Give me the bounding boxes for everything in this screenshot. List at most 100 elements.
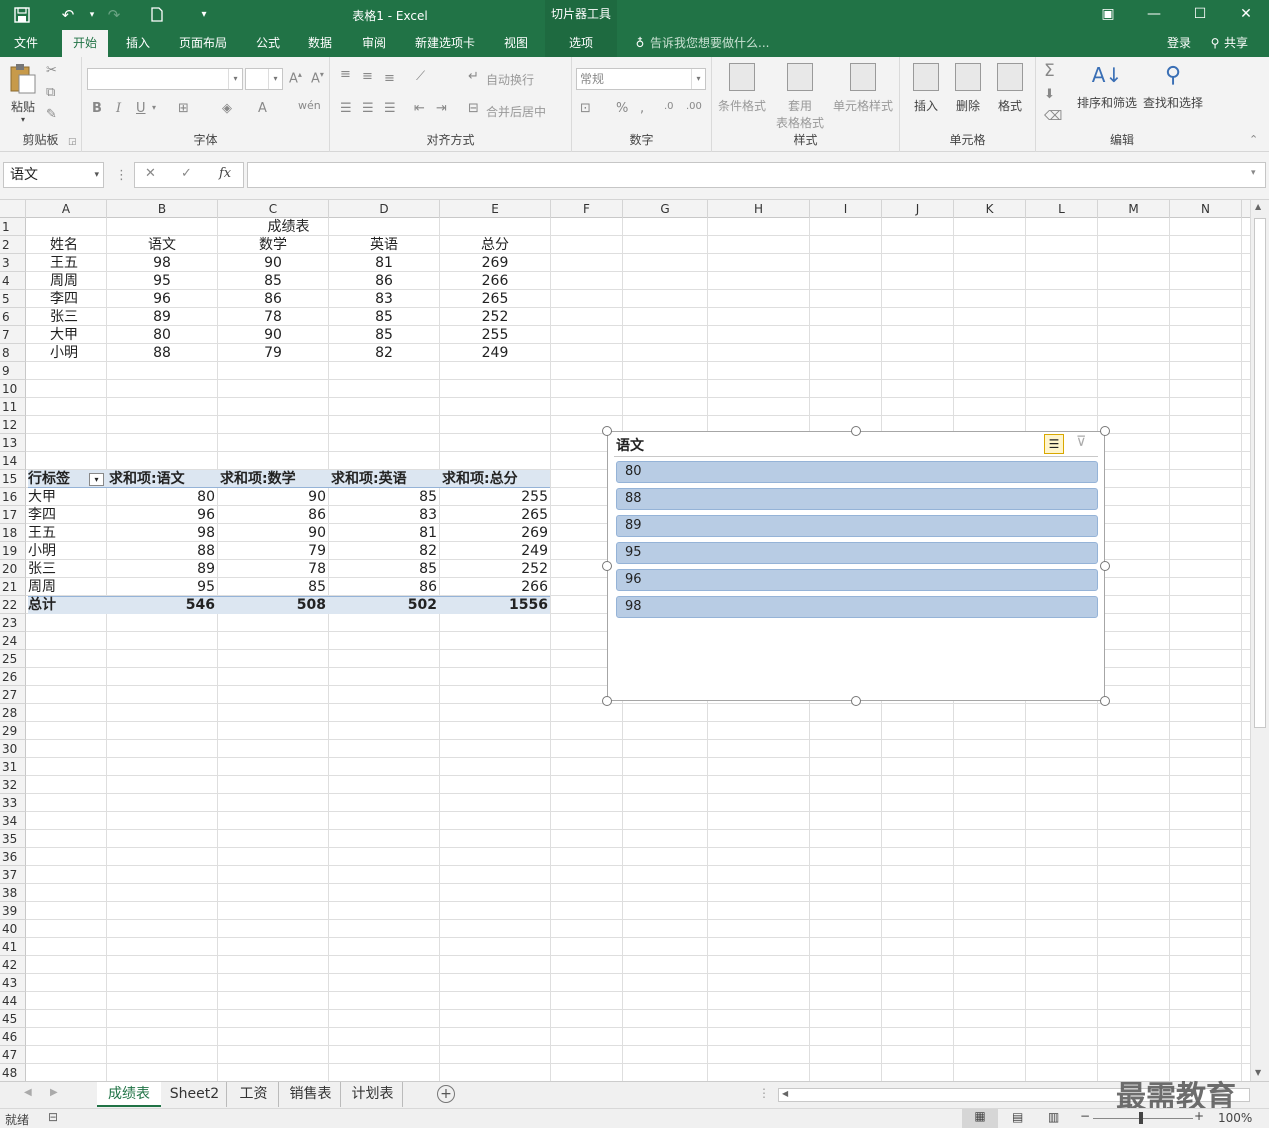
slicer-item[interactable]: 95 (616, 542, 1098, 564)
increase-font-icon[interactable]: A▴ (289, 70, 302, 86)
row-header[interactable]: 25 (0, 650, 26, 668)
sheet-tab-plan[interactable]: 计划表 (343, 1082, 403, 1107)
paste-button[interactable]: 粘贴 ▾ (6, 63, 40, 124)
column-header[interactable]: J (882, 200, 954, 218)
cell[interactable]: 98 (109, 254, 215, 272)
next-sheet-icon[interactable]: ▶ (50, 1087, 58, 1098)
cell[interactable]: 502 (331, 596, 437, 614)
row-header[interactable]: 8 (0, 344, 26, 362)
cell[interactable]: 90 (220, 488, 326, 506)
merge-icon[interactable]: ⊟ (468, 101, 479, 116)
cell[interactable]: 89 (109, 308, 215, 326)
row-header[interactable]: 10 (0, 380, 26, 398)
cell[interactable]: 86 (331, 272, 437, 290)
cell[interactable]: 王五 (28, 254, 104, 272)
fill-icon[interactable]: ⬇ (1044, 87, 1055, 102)
scroll-up-icon[interactable]: ▲ (1255, 202, 1261, 211)
share-button[interactable]: 共享 (1224, 30, 1256, 57)
row-header[interactable]: 21 (0, 578, 26, 596)
resize-handle[interactable] (602, 426, 612, 436)
cell[interactable]: 86 (220, 506, 326, 524)
resize-handle[interactable] (602, 561, 612, 571)
slicer-item[interactable]: 98 (616, 596, 1098, 618)
number-format-combo[interactable]: 常规 ▾ (576, 68, 706, 90)
column-header[interactable]: N (1170, 200, 1242, 218)
tab-page-layout[interactable]: 页面布局 (170, 30, 236, 57)
row-header[interactable]: 12 (0, 416, 26, 434)
cell[interactable]: 98 (109, 524, 215, 542)
align-left-icon[interactable]: ☰ (340, 101, 352, 116)
format-as-table-button[interactable]: 套用 表格格式 (770, 63, 830, 131)
row-header[interactable]: 14 (0, 452, 26, 470)
orientation-icon[interactable]: ⟋ (416, 69, 425, 84)
percent-icon[interactable]: % (616, 101, 628, 116)
row-header[interactable]: 27 (0, 686, 26, 704)
resize-handle[interactable] (851, 426, 861, 436)
row-header[interactable]: 29 (0, 722, 26, 740)
cell[interactable]: 79 (220, 344, 326, 362)
cell[interactable]: 265 (442, 506, 548, 524)
cell[interactable]: 张三 (28, 560, 104, 578)
tab-home[interactable]: 开始 (62, 30, 108, 57)
fill-color-icon[interactable]: ◈ (222, 101, 232, 116)
zoom-slider-thumb[interactable] (1139, 1112, 1143, 1124)
cut-icon[interactable]: ✂ (46, 63, 57, 78)
cell[interactable]: 265 (442, 290, 548, 308)
filter-dropdown-icon[interactable]: ▾ (89, 473, 104, 486)
increase-indent-icon[interactable]: ⇥ (436, 101, 447, 116)
column-header[interactable]: E (440, 200, 551, 218)
macro-record-icon[interactable]: ⊟ (48, 1110, 58, 1124)
cell[interactable]: 95 (109, 272, 215, 290)
resize-handle[interactable] (851, 696, 861, 706)
cell[interactable]: 85 (331, 488, 437, 506)
insert-cells-button[interactable]: 插入 (906, 63, 946, 114)
align-right-icon[interactable]: ☰ (384, 101, 396, 116)
cell[interactable]: 255 (442, 488, 548, 506)
cell[interactable]: 语文 (109, 236, 215, 254)
column-header[interactable]: C (218, 200, 329, 218)
zoom-in-icon[interactable]: + (1194, 1109, 1204, 1123)
row-header[interactable]: 34 (0, 812, 26, 830)
align-center-icon[interactable]: ☰ (362, 101, 374, 116)
autosum-icon[interactable]: Σ (1044, 61, 1055, 81)
insert-function-icon[interactable]: fx (219, 166, 231, 181)
row-header[interactable]: 20 (0, 560, 26, 578)
cell[interactable]: 王五 (28, 524, 104, 542)
cell[interactable]: 求和项:总分 (442, 470, 548, 488)
cell[interactable]: 80 (109, 326, 215, 344)
cell[interactable]: 李四 (28, 506, 104, 524)
cell[interactable]: 546 (109, 596, 215, 614)
cell[interactable]: 小明 (28, 344, 104, 362)
formula-input[interactable] (247, 162, 1266, 188)
cell[interactable]: 1556 (442, 596, 548, 614)
row-header[interactable]: 39 (0, 902, 26, 920)
cell[interactable]: 252 (442, 308, 548, 326)
row-header[interactable]: 3 (0, 254, 26, 272)
cell[interactable]: 数学 (220, 236, 326, 254)
sheet-tab-salary[interactable]: 工资 (229, 1082, 279, 1107)
cell[interactable]: 85 (220, 272, 326, 290)
name-box[interactable]: 语文 ▾ (3, 162, 104, 188)
column-header[interactable]: H (708, 200, 810, 218)
row-header[interactable]: 45 (0, 1010, 26, 1028)
column-header[interactable]: K (954, 200, 1026, 218)
cell[interactable]: 83 (331, 506, 437, 524)
slicer[interactable]: 语文 ☰ ⊽ 80 88 89 95 96 98 (607, 431, 1105, 701)
slicer-item[interactable]: 80 (616, 461, 1098, 483)
row-header[interactable]: 5 (0, 290, 26, 308)
tab-formulas[interactable]: 公式 (248, 30, 288, 57)
merge-center-button[interactable]: 合并后居中 (486, 103, 546, 120)
row-header[interactable]: 31 (0, 758, 26, 776)
resize-handle[interactable] (1100, 426, 1110, 436)
customize-toolbar-icon[interactable]: ▾ (190, 0, 218, 30)
multi-select-icon[interactable]: ☰ (1044, 434, 1064, 454)
font-size-combo[interactable]: ▾ (245, 68, 283, 90)
cell[interactable]: 95 (109, 578, 215, 596)
sheet-tab-scores[interactable]: 成绩表 (97, 1082, 161, 1107)
bold-icon[interactable]: B (92, 101, 102, 116)
underline-dropdown-icon[interactable]: ▾ (152, 103, 156, 112)
format-painter-icon[interactable]: ✎ (46, 107, 57, 122)
row-header[interactable]: 32 (0, 776, 26, 794)
cell[interactable]: 85 (220, 578, 326, 596)
cell[interactable]: 86 (220, 290, 326, 308)
